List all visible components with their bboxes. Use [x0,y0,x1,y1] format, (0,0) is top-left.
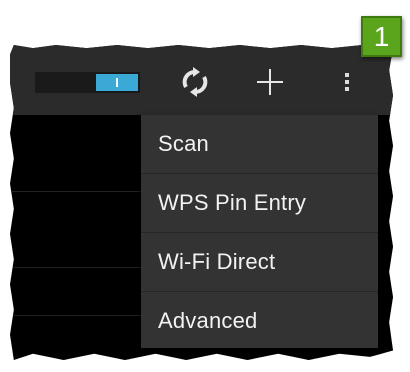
menu-item-advanced[interactable]: Advanced [141,292,378,350]
list-divider [10,267,150,268]
overflow-menu-icon[interactable] [332,62,362,102]
wifi-toggle[interactable]: I [35,72,140,93]
list-divider [10,315,150,316]
list-divider [10,191,150,192]
screenshot-frame: I Scan WPS Pin Entry Wi-Fi Direct Advanc… [10,45,393,360]
wifi-toggle-thumb[interactable]: I [96,74,138,91]
callout-number: 1 [373,20,390,52]
add-network-icon[interactable] [250,62,290,102]
overflow-menu: Scan WPS Pin Entry Wi-Fi Direct Advanced [141,115,378,348]
action-bar: I [10,45,393,115]
callout-badge: 1 [361,16,402,57]
menu-item-wps-pin-entry[interactable]: WPS Pin Entry [141,174,378,233]
wifi-toggle-label: I [115,75,119,90]
menu-item-scan[interactable]: Scan [141,115,378,174]
menu-item-wifi-direct[interactable]: Wi-Fi Direct [141,233,378,292]
refresh-icon[interactable] [175,62,215,102]
